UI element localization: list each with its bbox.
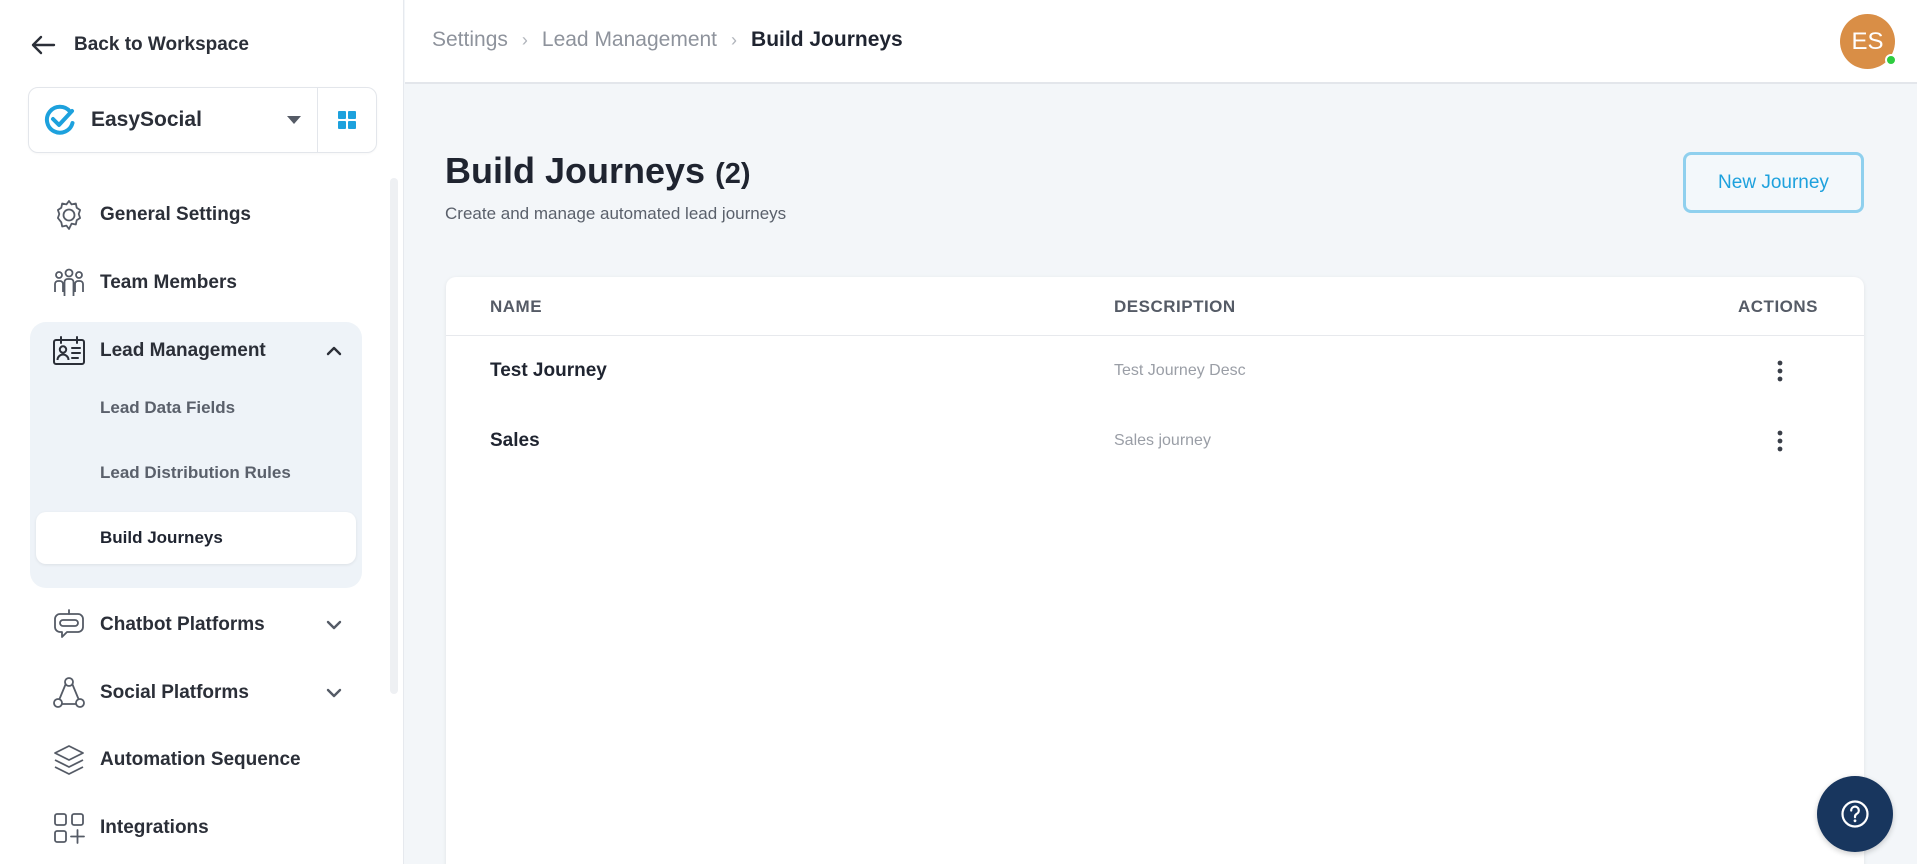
sidebar-item-build-journeys[interactable]: Build Journeys — [36, 512, 356, 564]
sidebar-item-label: Lead Management — [100, 340, 266, 361]
sidebar-item-label: General Settings — [100, 204, 251, 225]
apps-add-icon — [54, 813, 85, 844]
chevron-up-icon — [326, 346, 342, 356]
column-header-actions: ACTIONS — [1738, 297, 1818, 316]
workspace-dropdown[interactable]: EasySocial — [29, 88, 318, 152]
kebab-menu-icon — [1777, 360, 1783, 382]
chevron-down-icon — [326, 688, 342, 698]
breadcrumb: Settings › Lead Management › Build Journ… — [432, 28, 903, 52]
gear-icon — [57, 200, 81, 230]
breadcrumb-build-journeys: Build Journeys — [751, 28, 903, 51]
sidebar-scrollbar[interactable] — [390, 178, 398, 694]
sidebar-item-lead-distribution-rules[interactable]: Lead Distribution Rules — [100, 463, 291, 483]
workspace-name: EasySocial — [91, 108, 202, 131]
row-actions-button[interactable] — [1768, 357, 1792, 385]
chevron-right-icon: › — [731, 29, 738, 50]
sidebar-item-team-members[interactable]: Team Members — [52, 266, 344, 300]
workspace-switcher: EasySocial — [28, 87, 377, 153]
table-row-name[interactable]: Test Journey — [490, 360, 607, 382]
chatbot-icon — [54, 609, 84, 638]
column-header-name[interactable]: NAME — [490, 297, 542, 317]
people-icon — [54, 268, 84, 296]
page-title: Build Journeys (2) — [445, 150, 751, 192]
table-row-name[interactable]: Sales — [490, 430, 540, 452]
table-row-description: Sales journey — [1114, 432, 1211, 449]
column-header-description[interactable]: DESCRIPTION — [1114, 297, 1236, 317]
sidebar-item-lead-management[interactable]: Lead Management — [52, 334, 344, 368]
table-row-description: Test Journey Desc — [1114, 362, 1246, 379]
sidebar-item-social-platforms[interactable]: Social Platforms — [52, 676, 344, 710]
layers-icon — [54, 745, 84, 775]
arrow-left-icon — [31, 35, 56, 55]
settings-sidebar: Back to Workspace EasySocial General Set… — [0, 0, 404, 864]
row-actions-button[interactable] — [1768, 427, 1792, 455]
help-button[interactable] — [1817, 776, 1893, 852]
chevron-down-icon — [326, 620, 342, 630]
breadcrumb-settings[interactable]: Settings — [432, 28, 508, 52]
page-title-text: Build Journeys — [445, 150, 706, 191]
apps-grid-button[interactable] — [318, 88, 376, 152]
journey-count: (2) — [715, 158, 751, 190]
sidebar-item-automation-sequence[interactable]: Automation Sequence — [52, 743, 344, 777]
kebab-menu-icon — [1777, 430, 1783, 452]
breadcrumb-lead-management[interactable]: Lead Management — [542, 28, 717, 52]
grid-icon — [338, 111, 356, 129]
sidebar-item-label: Integrations — [100, 817, 209, 838]
sidebar-item-label: Team Members — [100, 272, 237, 293]
easysocial-logo — [44, 104, 75, 135]
page-subtitle: Create and manage automated lead journey… — [445, 204, 787, 223]
online-status-dot — [1885, 54, 1897, 66]
sidebar-item-general-settings[interactable]: General Settings — [52, 198, 344, 232]
chevron-right-icon: › — [521, 29, 528, 50]
sidebar-item-label: Social Platforms — [100, 682, 249, 703]
network-icon — [53, 677, 85, 708]
sidebar-item-integrations[interactable]: Integrations — [52, 811, 344, 845]
back-to-workspace-link[interactable]: Back to Workspace — [30, 34, 249, 56]
sidebar-item-label: Chatbot Platforms — [100, 614, 265, 635]
contact-card-icon — [53, 336, 85, 365]
table-header-divider — [446, 335, 1864, 336]
caret-down-icon — [287, 116, 301, 124]
back-to-workspace-label: Back to Workspace — [74, 34, 249, 55]
sidebar-item-label: Automation Sequence — [100, 749, 301, 770]
sidebar-item-lead-data-fields[interactable]: Lead Data Fields — [100, 398, 235, 418]
new-journey-button[interactable]: New Journey — [1683, 152, 1864, 213]
top-bar: Settings › Lead Management › Build Journ… — [405, 0, 1917, 84]
question-icon — [1841, 800, 1869, 828]
sidebar-item-chatbot-platforms[interactable]: Chatbot Platforms — [52, 608, 344, 642]
